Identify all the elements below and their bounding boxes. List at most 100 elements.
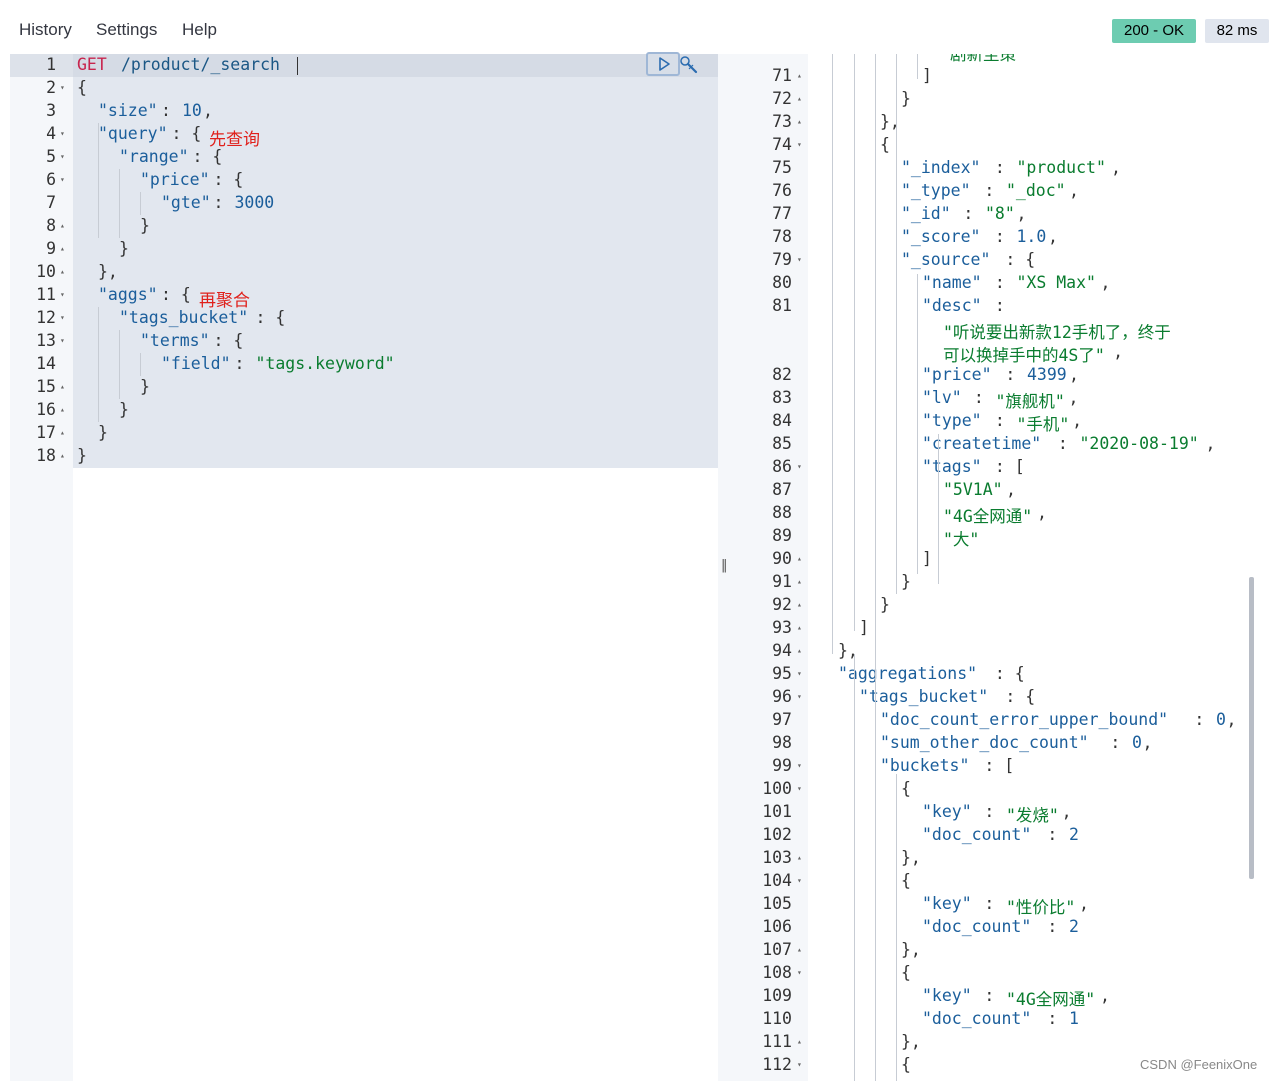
- line-number: 110: [762, 1009, 792, 1028]
- wrench-icon: [680, 56, 698, 74]
- fold-collapse-icon[interactable]: ▾: [60, 83, 65, 92]
- line-number: 4: [46, 124, 56, 143]
- code-token: "doc_count": [922, 917, 1032, 936]
- fold-expand-icon[interactable]: ▴: [797, 945, 802, 954]
- fold-expand-icon[interactable]: ▴: [60, 451, 65, 460]
- code-token: 3000: [234, 193, 275, 212]
- fold-collapse-icon[interactable]: ▾: [60, 129, 65, 138]
- indent-guide: [854, 654, 855, 1081]
- line-number: 109: [762, 986, 792, 1005]
- play-icon: [659, 57, 670, 71]
- indent-guide: [119, 330, 120, 399]
- fold-collapse-icon[interactable]: ▾: [797, 255, 802, 264]
- code-token: "_type": [901, 181, 971, 200]
- response-scrollbar[interactable]: [1249, 577, 1254, 879]
- fold-expand-icon[interactable]: ▴: [797, 853, 802, 862]
- fold-expand-icon[interactable]: ▴: [60, 244, 65, 253]
- fold-collapse-icon[interactable]: ▾: [797, 140, 802, 149]
- code-token: ,: [1068, 388, 1079, 407]
- fold-expand-icon[interactable]: ▴: [797, 1037, 802, 1046]
- fold-collapse-icon[interactable]: ▾: [797, 968, 802, 977]
- code-token: "_doc": [1006, 181, 1066, 200]
- fold-expand-icon[interactable]: ▴: [797, 94, 802, 103]
- code-token: "发烧": [1006, 806, 1059, 825]
- code-token: 4399: [1027, 365, 1067, 384]
- fold-collapse-icon[interactable]: ▾: [60, 290, 65, 299]
- fold-collapse-icon[interactable]: ▾: [797, 1060, 802, 1069]
- fold-expand-icon[interactable]: ▴: [60, 428, 65, 437]
- line-number: 79: [772, 250, 792, 269]
- code-token: :: [213, 193, 234, 212]
- response-viewer[interactable]: 剧新至策 71 ▴] 72 ▴} 73 ▴}, 74 ▾ {75 "_index" : "prod…: [736, 54, 1279, 1081]
- fold-collapse-icon[interactable]: ▾: [797, 692, 802, 701]
- request-actions-button[interactable]: [678, 54, 700, 76]
- code-token: "5V1A": [943, 480, 1003, 499]
- indent-guide: [896, 54, 897, 594]
- code-token: ,: [1205, 434, 1216, 453]
- code-token: :: [974, 894, 1005, 913]
- code-token: :: [985, 273, 1015, 292]
- fold-collapse-icon[interactable]: ▾: [60, 313, 65, 322]
- fold-expand-icon[interactable]: ▴: [797, 646, 802, 655]
- code-token: :: [974, 181, 1005, 200]
- indent-guide: [917, 54, 918, 79]
- fold-expand-icon[interactable]: ▴: [60, 405, 65, 414]
- fold-expand-icon[interactable]: ▴: [797, 600, 802, 609]
- code-token: : {: [213, 170, 244, 189]
- line-number: 106: [762, 917, 792, 936]
- resize-handle-icon[interactable]: ‖: [721, 558, 728, 573]
- line-number: 86: [772, 457, 792, 476]
- menu-help[interactable]: Help: [182, 20, 217, 42]
- code-token: ,: [1016, 204, 1027, 223]
- fold-collapse-icon[interactable]: ▾: [60, 336, 65, 345]
- menu-history[interactable]: History: [19, 20, 72, 42]
- code-token: ,: [1226, 710, 1237, 729]
- code-token: {: [901, 871, 911, 890]
- fold-expand-icon[interactable]: ▴: [797, 117, 802, 126]
- code-token: "doc_count": [922, 825, 1032, 844]
- line-number: 102: [762, 825, 792, 844]
- code-token: "range": [119, 147, 189, 166]
- line-number: 9: [46, 239, 56, 258]
- fold-collapse-icon[interactable]: ▾: [60, 152, 65, 161]
- fold-collapse-icon[interactable]: ▾: [797, 761, 802, 770]
- fold-expand-icon[interactable]: ▴: [60, 267, 65, 276]
- fold-expand-icon[interactable]: ▴: [797, 71, 802, 80]
- code-token: },: [901, 1032, 921, 1051]
- code-token: ,: [1036, 503, 1047, 522]
- send-request-button[interactable]: [646, 52, 680, 76]
- fold-collapse-icon[interactable]: ▾: [797, 462, 802, 471]
- fold-expand-icon[interactable]: ▴: [797, 623, 802, 632]
- line-number: 18: [36, 446, 56, 465]
- code-token: "createtime": [922, 434, 1042, 453]
- fold-collapse-icon[interactable]: ▾: [60, 175, 65, 184]
- code-token: ,: [1048, 227, 1058, 246]
- fold-expand-icon[interactable]: ▴: [797, 554, 802, 563]
- code-token: "doc_count": [922, 1009, 1032, 1028]
- code-token: "field": [161, 354, 231, 373]
- code-token: ]: [922, 549, 932, 568]
- code-token: :: [1037, 1009, 1068, 1028]
- line-number: 81: [772, 296, 792, 315]
- menu-settings[interactable]: Settings: [96, 20, 157, 42]
- fold-expand-icon[interactable]: ▴: [797, 577, 802, 586]
- code-token: : {: [985, 664, 1025, 683]
- code-token: {: [901, 963, 911, 982]
- code-token: : {: [255, 308, 286, 327]
- line-number: 16: [36, 400, 56, 419]
- fold-collapse-icon[interactable]: ▾: [797, 669, 802, 678]
- code-token: ,: [1006, 480, 1016, 499]
- fold-collapse-icon[interactable]: ▾: [797, 876, 802, 885]
- fold-expand-icon[interactable]: ▴: [60, 221, 65, 230]
- fold-collapse-icon[interactable]: ▾: [797, 784, 802, 793]
- text-cursor: [297, 57, 298, 75]
- line-number: 105: [762, 894, 792, 913]
- request-editor[interactable]: 1 2 ▾{3 "size": 10, 4 ▾ "query": {5 ▾ "range": {…: [10, 54, 718, 1081]
- code-token: "type": [922, 411, 982, 430]
- fold-expand-icon[interactable]: ▴: [60, 382, 65, 391]
- code-token: "听说要出新款12手机了，终于: [943, 323, 1171, 342]
- code-token: {: [880, 135, 890, 154]
- indent-guide: [140, 353, 141, 376]
- indent-guide: [832, 54, 833, 654]
- code-token: 1: [1069, 1009, 1079, 1028]
